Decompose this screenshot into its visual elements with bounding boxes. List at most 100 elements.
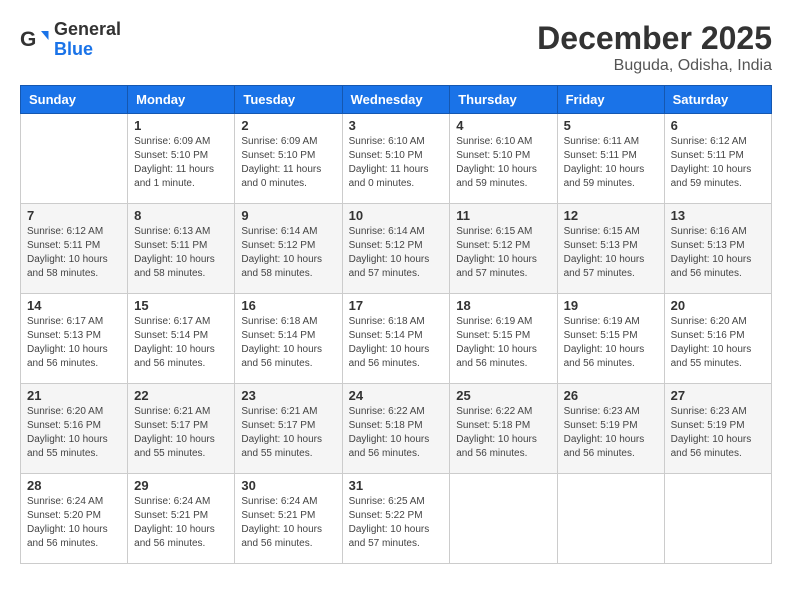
day-number: 5 [564,118,658,133]
calendar-cell [557,474,664,564]
weekday-header-row: SundayMondayTuesdayWednesdayThursdayFrid… [21,86,772,114]
calendar-cell: 13 Sunrise: 6:16 AM Sunset: 5:13 PM Dayli… [664,204,771,294]
logo-blue: Blue [54,40,121,60]
day-number: 22 [134,388,228,403]
day-info: Sunrise: 6:20 AM Sunset: 5:16 PM Dayligh… [27,405,121,461]
day-number: 7 [27,208,121,223]
calendar-cell: 25Sunrise: 6:22 AM Sunset: 5:18 PM Dayli… [450,384,557,474]
calendar-cell: 15 Sunrise: 6:17 AM Sunset: 5:14 PM Dayli… [128,294,235,384]
title-block: December 2025 Buguda, Odisha, India [537,20,772,75]
calendar-cell [664,474,771,564]
logo-icon: G [20,25,50,55]
day-info: Sunrise: 6:11 AM Sunset: 5:11 PM Dayligh… [564,135,658,191]
day-number: 12 [564,208,658,223]
day-info: Sunrise: 6:22 AM Sunset: 5:18 PM Dayligh… [349,405,444,461]
day-number: 10 [349,208,444,223]
day-info: Sunrise: 6:21 AM Sunset: 5:17 PM Dayligh… [134,405,228,461]
logo-general: General [54,20,121,40]
day-info: Sunrise: 6:23 AM Sunset: 5:19 PM Dayligh… [671,405,765,461]
day-info: Sunrise: 6:22 AM Sunset: 5:18 PM Dayligh… [456,405,550,461]
day-info: Sunrise: 6:19 AM Sunset: 5:15 PM Dayligh… [564,315,658,371]
day-info: Sunrise: 6:25 AM Sunset: 5:22 PM Dayligh… [349,495,444,551]
day-info: Sunrise: 6:16 AM Sunset: 5:13 PM Dayligh… [671,225,765,281]
day-info: Sunrise: 6:17 AM Sunset: 5:14 PM Dayligh… [134,315,228,371]
week-row-1: 1 Sunrise: 6:09 AM Sunset: 5:10 PM Daylig… [21,114,772,204]
calendar-cell: 6Sunrise: 6:12 AM Sunset: 5:11 PM Daylig… [664,114,771,204]
day-info: Sunrise: 6:12 AM Sunset: 5:11 PM Dayligh… [27,225,121,281]
week-row-4: 21 Sunrise: 6:20 AM Sunset: 5:16 PM Dayli… [21,384,772,474]
day-number: 20 [671,298,765,313]
day-number: 1 [134,118,228,133]
day-number: 8 [134,208,228,223]
day-number: 15 [134,298,228,313]
day-number: 16 [241,298,335,313]
weekday-header-saturday: Saturday [664,86,771,114]
day-info: Sunrise: 6:14 AM Sunset: 5:12 PM Dayligh… [349,225,444,281]
calendar-cell: 17Sunrise: 6:18 AM Sunset: 5:14 PM Dayli… [342,294,450,384]
calendar-cell: 29 Sunrise: 6:24 AM Sunset: 5:21 PM Dayli… [128,474,235,564]
logo: G General Blue [20,20,121,60]
day-info: Sunrise: 6:14 AM Sunset: 5:12 PM Dayligh… [241,225,335,281]
calendar-cell: 10 Sunrise: 6:14 AM Sunset: 5:12 PM Dayli… [342,204,450,294]
month-title: December 2025 [537,20,772,57]
calendar-cell: 4Sunrise: 6:10 AM Sunset: 5:10 PM Daylig… [450,114,557,204]
weekday-header-friday: Friday [557,86,664,114]
day-info: Sunrise: 6:15 AM Sunset: 5:12 PM Dayligh… [456,225,550,281]
day-info: Sunrise: 6:10 AM Sunset: 5:10 PM Dayligh… [349,135,444,191]
calendar-cell: 31 Sunrise: 6:25 AM Sunset: 5:22 PM Dayli… [342,474,450,564]
calendar-cell: 30Sunrise: 6:24 AM Sunset: 5:21 PM Dayli… [235,474,342,564]
week-row-5: 28 Sunrise: 6:24 AM Sunset: 5:20 PM Dayli… [21,474,772,564]
day-number: 9 [241,208,335,223]
day-info: Sunrise: 6:20 AM Sunset: 5:16 PM Dayligh… [671,315,765,371]
calendar-cell: 2Sunrise: 6:09 AM Sunset: 5:10 PM Daylig… [235,114,342,204]
day-number: 31 [349,478,444,493]
day-info: Sunrise: 6:18 AM Sunset: 5:14 PM Dayligh… [241,315,335,371]
calendar-cell: 20 Sunrise: 6:20 AM Sunset: 5:16 PM Dayli… [664,294,771,384]
day-number: 17 [349,298,444,313]
calendar-cell: 19Sunrise: 6:19 AM Sunset: 5:15 PM Dayli… [557,294,664,384]
day-info: Sunrise: 6:24 AM Sunset: 5:20 PM Dayligh… [27,495,121,551]
calendar-cell: 7 Sunrise: 6:12 AM Sunset: 5:11 PM Daylig… [21,204,128,294]
calendar-cell: 14Sunrise: 6:17 AM Sunset: 5:13 PM Dayli… [21,294,128,384]
calendar-table: SundayMondayTuesdayWednesdayThursdayFrid… [20,85,772,564]
day-number: 4 [456,118,550,133]
day-number: 2 [241,118,335,133]
day-number: 24 [349,388,444,403]
calendar-cell [450,474,557,564]
weekday-header-thursday: Thursday [450,86,557,114]
calendar-cell: 22 Sunrise: 6:21 AM Sunset: 5:17 PM Dayli… [128,384,235,474]
calendar-cell: 9 Sunrise: 6:14 AM Sunset: 5:12 PM Daylig… [235,204,342,294]
calendar-cell: 18Sunrise: 6:19 AM Sunset: 5:15 PM Dayli… [450,294,557,384]
day-number: 26 [564,388,658,403]
logo-text: General Blue [54,20,121,60]
calendar-cell: 5 Sunrise: 6:11 AM Sunset: 5:11 PM Daylig… [557,114,664,204]
weekday-header-sunday: Sunday [21,86,128,114]
calendar-cell: 27 Sunrise: 6:23 AM Sunset: 5:19 PM Dayli… [664,384,771,474]
day-number: 18 [456,298,550,313]
calendar-cell: 24 Sunrise: 6:22 AM Sunset: 5:18 PM Dayli… [342,384,450,474]
page-header: G General Blue December 2025 Buguda, Odi… [20,20,772,75]
day-info: Sunrise: 6:09 AM Sunset: 5:10 PM Dayligh… [134,135,228,191]
calendar-cell: 16 Sunrise: 6:18 AM Sunset: 5:14 PM Dayli… [235,294,342,384]
week-row-2: 7 Sunrise: 6:12 AM Sunset: 5:11 PM Daylig… [21,204,772,294]
day-number: 30 [241,478,335,493]
calendar-cell: 21 Sunrise: 6:20 AM Sunset: 5:16 PM Dayli… [21,384,128,474]
weekday-header-tuesday: Tuesday [235,86,342,114]
calendar-cell: 28 Sunrise: 6:24 AM Sunset: 5:20 PM Dayli… [21,474,128,564]
calendar-cell: 11Sunrise: 6:15 AM Sunset: 5:12 PM Dayli… [450,204,557,294]
day-number: 6 [671,118,765,133]
calendar-cell: 3Sunrise: 6:10 AM Sunset: 5:10 PM Daylig… [342,114,450,204]
day-number: 28 [27,478,121,493]
calendar-cell [21,114,128,204]
weekday-header-wednesday: Wednesday [342,86,450,114]
day-info: Sunrise: 6:23 AM Sunset: 5:19 PM Dayligh… [564,405,658,461]
calendar-cell: 1 Sunrise: 6:09 AM Sunset: 5:10 PM Daylig… [128,114,235,204]
day-number: 27 [671,388,765,403]
day-info: Sunrise: 6:24 AM Sunset: 5:21 PM Dayligh… [134,495,228,551]
day-number: 13 [671,208,765,223]
day-number: 29 [134,478,228,493]
day-number: 23 [241,388,335,403]
svg-text:G: G [20,28,36,51]
day-number: 21 [27,388,121,403]
calendar-cell: 23Sunrise: 6:21 AM Sunset: 5:17 PM Dayli… [235,384,342,474]
